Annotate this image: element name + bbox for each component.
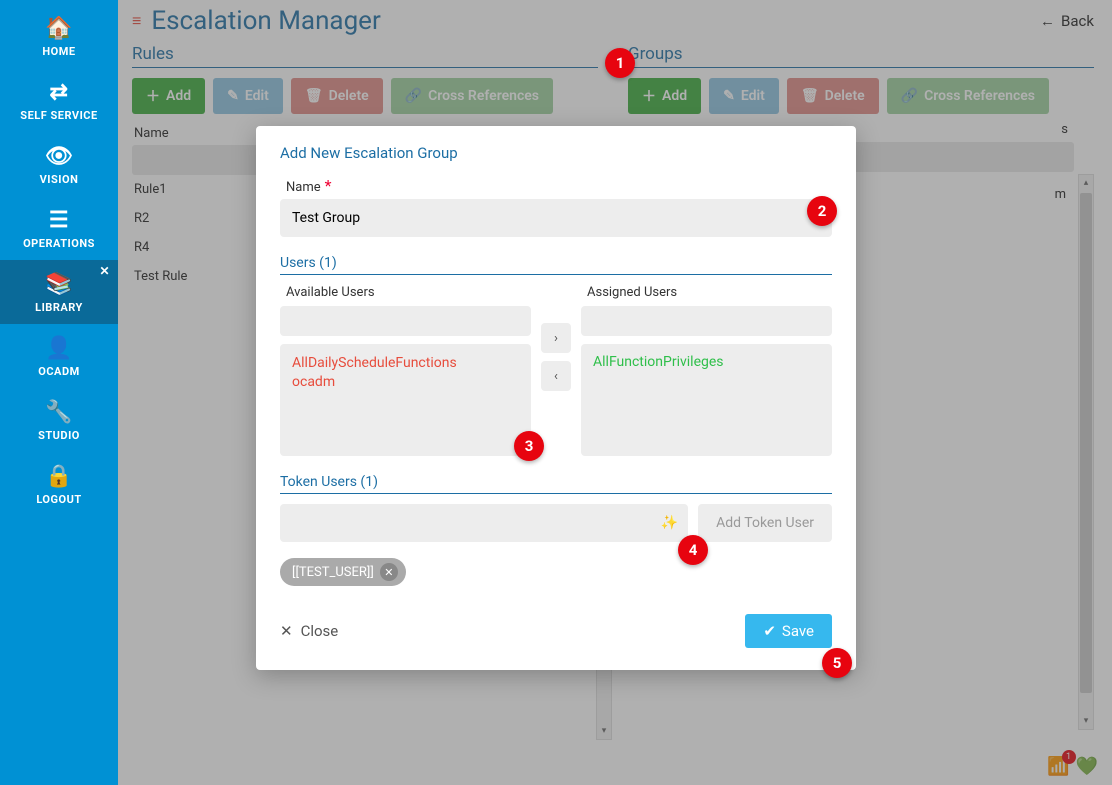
move-right-button[interactable]: › bbox=[541, 323, 571, 353]
nav-label: LIBRARY bbox=[35, 301, 83, 314]
available-user-item[interactable]: ocadm bbox=[292, 373, 519, 392]
token-user-input[interactable] bbox=[280, 504, 688, 542]
available-users-filter[interactable] bbox=[280, 306, 531, 336]
save-label: Save bbox=[782, 622, 814, 640]
nav-studio[interactable]: 🔧 STUDIO bbox=[0, 388, 118, 452]
nav-vision[interactable]: 👁 VISION bbox=[0, 132, 118, 196]
save-button[interactable]: ✔ Save bbox=[745, 614, 832, 648]
eye-icon: 👁 bbox=[0, 144, 118, 169]
close-tab-icon[interactable]: ✕ bbox=[99, 264, 110, 278]
available-users-box[interactable]: AllDailyScheduleFunctions ocadm bbox=[280, 344, 531, 456]
check-icon: ✔ bbox=[763, 622, 776, 640]
add-token-user-button[interactable]: Add Token User bbox=[698, 504, 832, 542]
close-label: Close bbox=[301, 622, 339, 640]
close-icon: ✕ bbox=[280, 622, 293, 640]
swap-icon: ⇄ bbox=[0, 80, 118, 105]
token-chip-label: [[TEST_USER]] bbox=[292, 565, 374, 580]
group-name-input[interactable] bbox=[280, 199, 832, 237]
callout-badge-2: 2 bbox=[807, 196, 837, 226]
assigned-users-label: Assigned Users bbox=[587, 285, 832, 300]
users-dual-list: Available Users AllDailyScheduleFunction… bbox=[280, 285, 832, 456]
remove-chip-icon[interactable]: ✕ bbox=[380, 563, 398, 581]
nav-label: OPERATIONS bbox=[23, 237, 95, 250]
available-user-item[interactable]: AllDailyScheduleFunctions bbox=[292, 354, 519, 373]
available-users-label: Available Users bbox=[286, 285, 531, 300]
callout-badge-1: 1 bbox=[605, 48, 635, 78]
sidebar: 🏠HOME ⇄SELF SERVICE 👁VISION ☰OPERATIONS … bbox=[0, 0, 118, 785]
nav-self-service[interactable]: ⇄ SELF SERVICE bbox=[0, 68, 118, 132]
list-icon: ☰ bbox=[0, 208, 118, 233]
lock-icon: 🔒 bbox=[0, 464, 118, 489]
nav-logout[interactable]: 🔒 LOGOUT bbox=[0, 452, 118, 516]
callout-badge-3: 3 bbox=[514, 431, 544, 461]
user-icon: 👤 bbox=[0, 336, 118, 361]
callout-badge-5: 5 bbox=[822, 648, 852, 678]
nav-label: HOME bbox=[42, 45, 75, 58]
name-label: Name bbox=[286, 180, 321, 195]
nav-operations[interactable]: ☰ OPERATIONS bbox=[0, 196, 118, 260]
add-group-modal: Add New Escalation Group Name * Users (1… bbox=[256, 126, 856, 670]
nav-label: LOGOUT bbox=[36, 493, 81, 506]
users-section-head: Users (1) bbox=[280, 255, 832, 275]
required-icon: * bbox=[325, 176, 332, 195]
token-users-head: Token Users (1) bbox=[280, 474, 832, 494]
magic-wand-icon[interactable]: ✨ bbox=[661, 515, 678, 531]
home-icon: 🏠 bbox=[0, 16, 118, 41]
callout-badge-4: 4 bbox=[678, 535, 708, 565]
nav-home[interactable]: 🏠 HOME bbox=[0, 4, 118, 68]
close-button[interactable]: ✕ Close bbox=[280, 622, 338, 640]
nav-library[interactable]: ✕📚LIBRARY bbox=[0, 260, 118, 324]
nav-label: STUDIO bbox=[38, 429, 80, 442]
nav-ocadm[interactable]: 👤 OCADM bbox=[0, 324, 118, 388]
nav-label: VISION bbox=[40, 173, 79, 186]
move-left-button[interactable]: ‹ bbox=[541, 361, 571, 391]
token-chip: [[TEST_USER]] ✕ bbox=[280, 558, 406, 586]
nav-label: OCADM bbox=[38, 365, 79, 378]
nav-label: SELF SERVICE bbox=[20, 109, 97, 122]
assigned-users-filter[interactable] bbox=[581, 306, 832, 336]
modal-title: Add New Escalation Group bbox=[280, 144, 832, 162]
assigned-users-box[interactable]: AllFunctionPrivileges bbox=[581, 344, 832, 456]
wrench-icon: 🔧 bbox=[0, 400, 118, 425]
assigned-user-item[interactable]: AllFunctionPrivileges bbox=[593, 354, 820, 370]
